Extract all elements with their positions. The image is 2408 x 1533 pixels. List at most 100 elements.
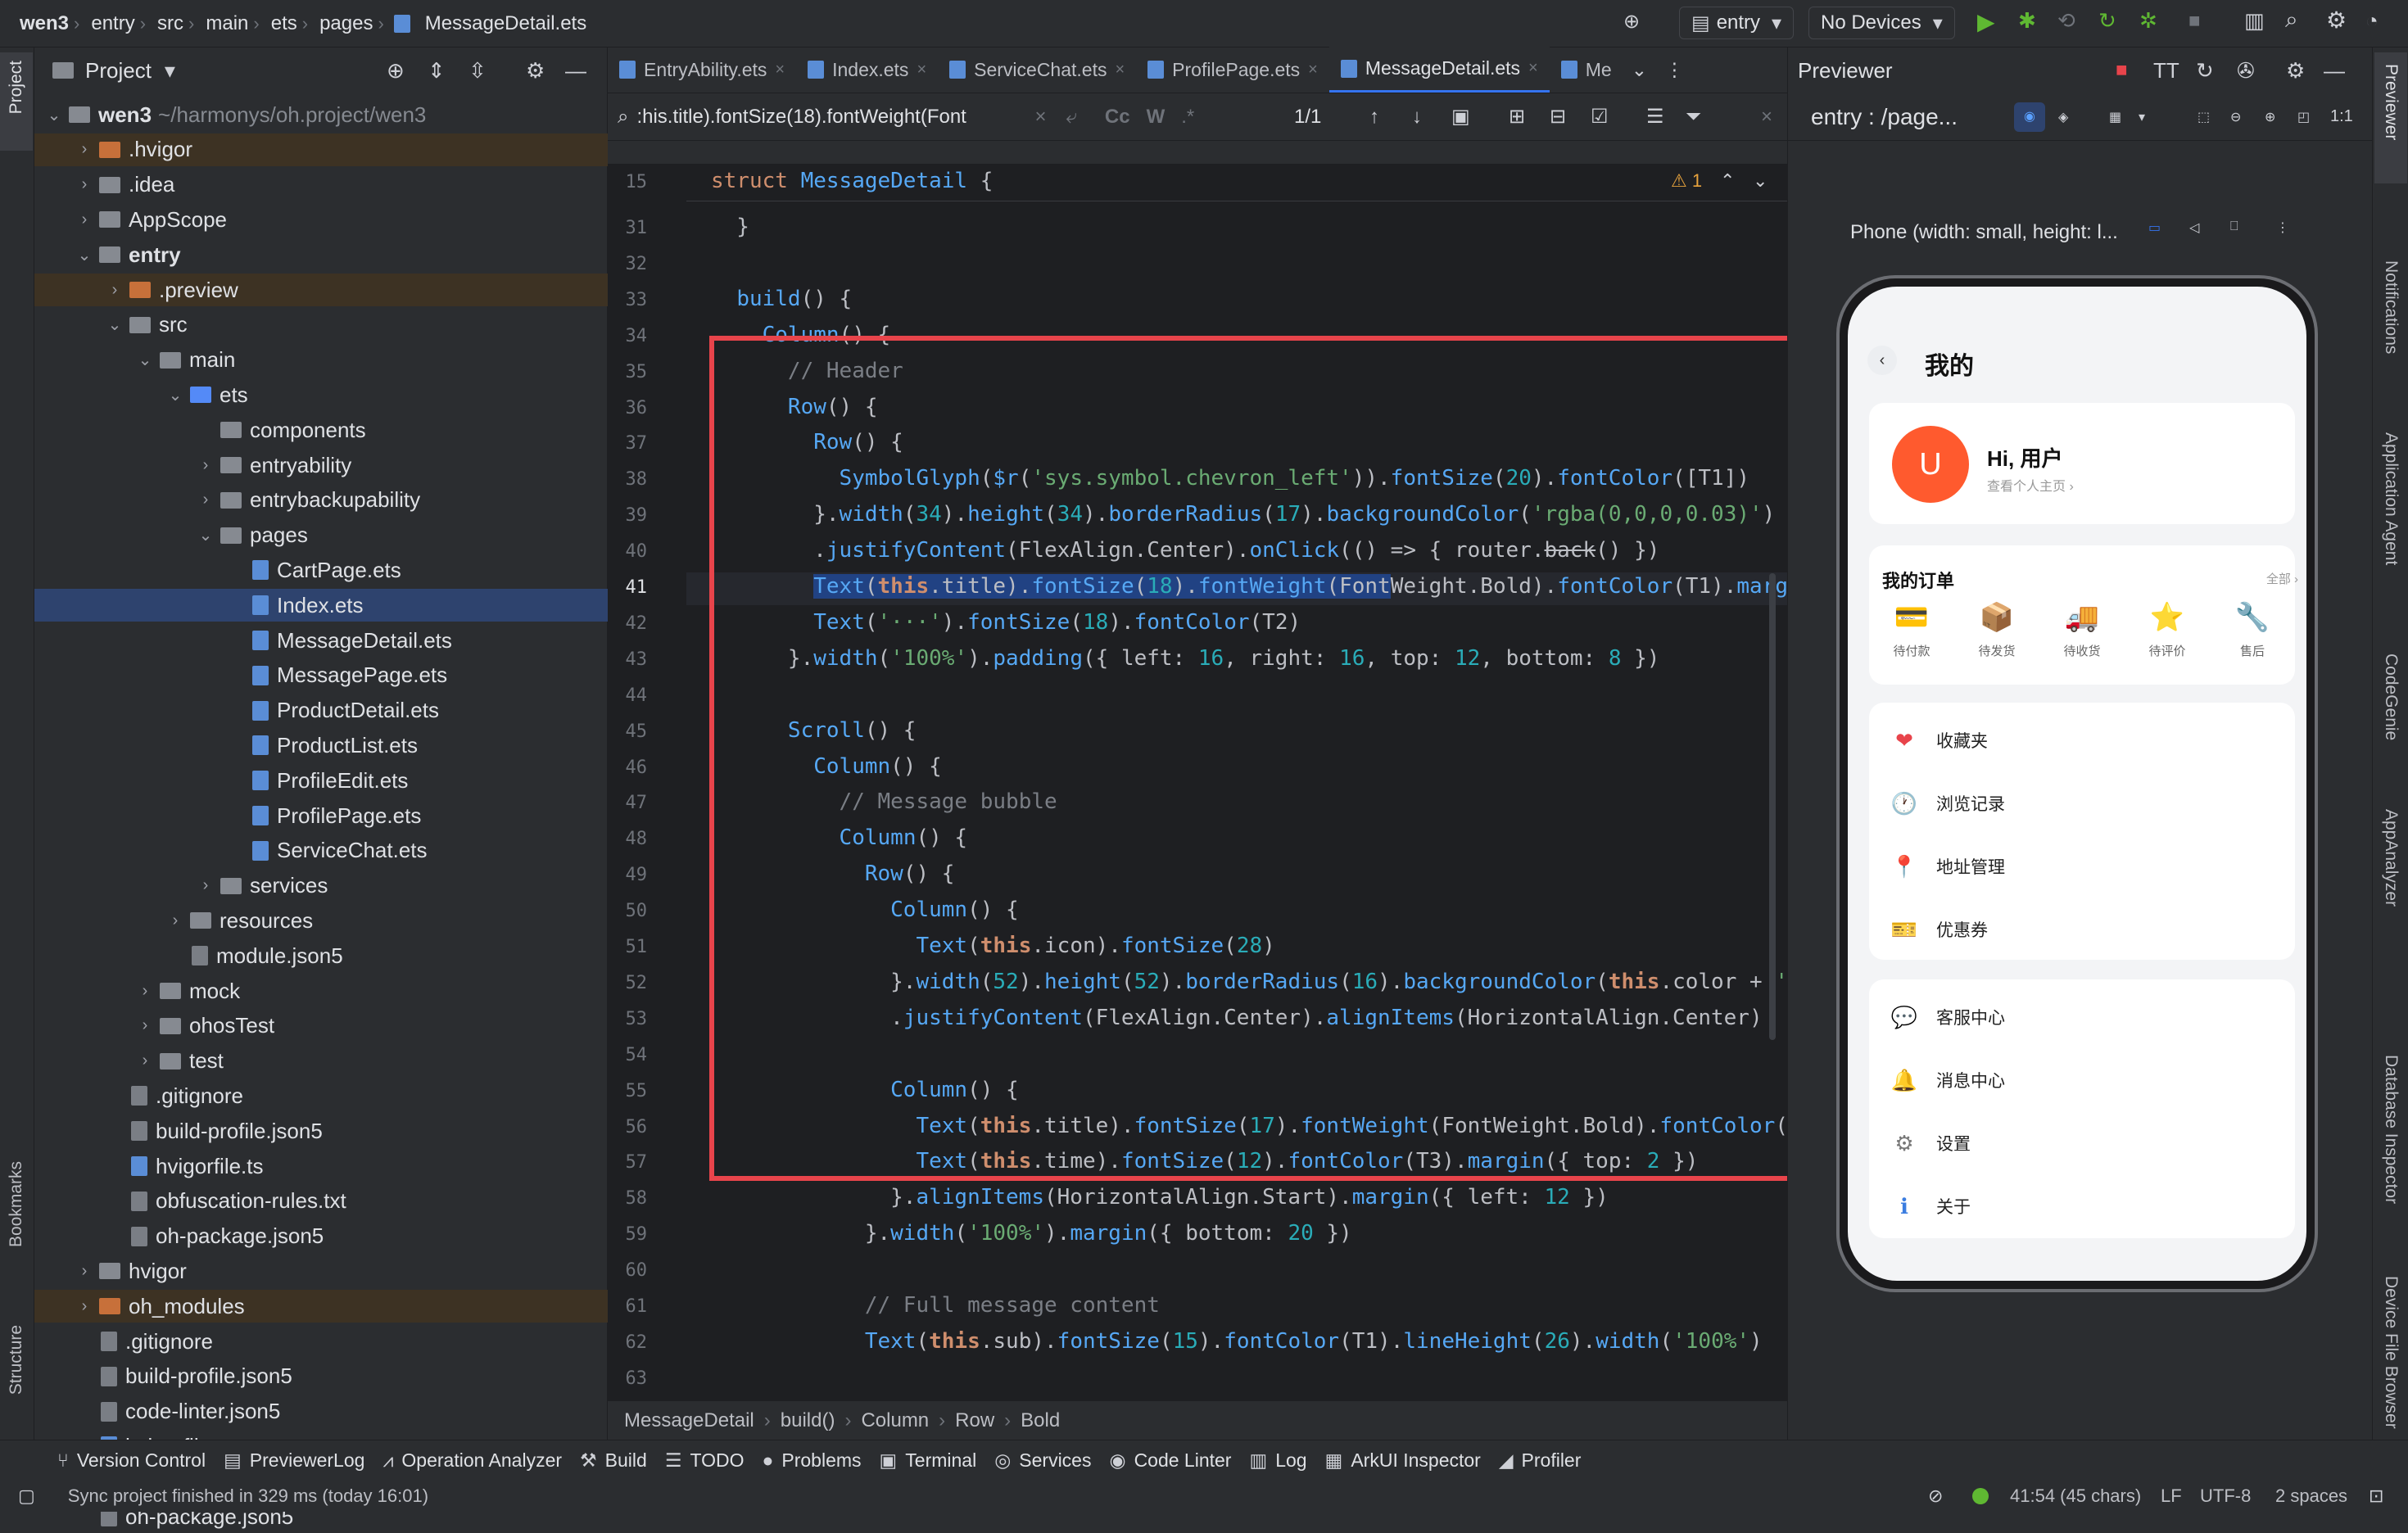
tool-window-button[interactable]: ⩘ Operation Analyzer [382,1449,562,1472]
profile-card[interactable]: U Hi, 用户 查看个人主页 › [1869,403,2295,524]
tree-item[interactable]: module.json5 [34,939,608,972]
right-tool-button[interactable]: Application Agent [2381,432,2401,565]
close-icon[interactable]: × [917,61,926,79]
tool-window-button[interactable]: ▦ ArkUI Inspector [1325,1449,1481,1472]
tree-item[interactable]: ProfileEdit.ets [34,764,608,797]
tool-window-button[interactable]: ⑂ Version Control [57,1449,206,1472]
tree-item[interactable]: .gitignore [34,1079,608,1112]
chevron-right-icon[interactable]: › [75,210,94,229]
lock-icon[interactable]: ⊡ [2369,1486,2383,1507]
profile-link[interactable]: 查看个人主页 › [1987,475,2074,495]
one-to-one-icon[interactable]: 1:1 [2330,107,2353,126]
attach-icon[interactable]: ⟲ [2057,8,2075,34]
back-icon[interactable]: ◁ [2189,219,2199,236]
zoom-out-icon[interactable]: ⊖ [2230,109,2241,125]
tool-window-button[interactable]: ● Problems [762,1449,861,1472]
target-icon[interactable]: ⊕ [1623,10,1640,34]
layers-icon[interactable]: ◈ [2058,109,2068,125]
tree-item[interactable]: ⌄ wen3 ~/harmonys/oh.project/wen3 [34,98,608,131]
file-encoding[interactable]: UTF-8 [2200,1486,2251,1507]
close-icon[interactable]: × [1528,59,1538,78]
previous-highlight-icon[interactable]: ⌃ [1720,170,1735,192]
tree-item[interactable]: Index.ets [34,589,608,622]
tree-item[interactable]: › entrybackupability [34,484,608,517]
tree-item[interactable]: oh-package.json5 [34,1220,608,1253]
tree-item[interactable]: ServiceChat.ets [34,834,608,867]
chevron-right-icon[interactable]: › [196,456,215,475]
tree-item[interactable]: code-linter.json5 [34,1395,608,1428]
gear-icon[interactable]: ⚙ [526,58,545,84]
tree-item[interactable]: ⌄ main [34,344,608,377]
project-panel-title[interactable]: Project [85,58,152,84]
chevron-down-icon[interactable]: ▾ [165,58,175,84]
editor-tab[interactable]: Me [1550,47,1623,93]
tree-item[interactable]: › mock [34,975,608,1007]
code-breadcrumb-item[interactable]: MessageDetail [624,1409,754,1432]
search-icon[interactable]: ⌕ [2285,7,2298,34]
tree-item[interactable]: › .idea [34,169,608,201]
tree-item[interactable]: obfuscation-rules.txt [34,1185,608,1218]
right-tool-button[interactable]: Previewer [2381,64,2401,140]
chevron-right-icon[interactable]: › [75,175,94,194]
no-power-icon[interactable]: ⊘ [1928,1486,1943,1507]
panel-toggle-icon[interactable]: ▢ [18,1486,35,1507]
tree-item[interactable]: components [34,414,608,446]
code-breadcrumb-item[interactable]: build() [781,1409,835,1432]
select-all-icon[interactable]: ▣ [1451,105,1470,129]
tree-item[interactable]: › resources [34,904,608,937]
caret-position[interactable]: 41:54 (45 chars) [2010,1486,2141,1507]
bookmarks-tool-button[interactable]: Bookmarks [7,1161,26,1247]
menu-item[interactable]: 🔔 消息中心 [1869,1049,2295,1111]
tree-item[interactable]: build-profile.json5 [34,1360,608,1393]
add-selection-icon[interactable]: ⊞ [1509,105,1525,129]
right-tool-button[interactable]: Device File Browser [2381,1276,2401,1429]
more-icon[interactable]: ⋮ [2276,219,2289,236]
chevron-right-icon[interactable]: › [105,281,124,300]
phone-screen[interactable]: ‹ 我的 U Hi, 用户 查看个人主页 › 我的订单 全部 › 💳 待付款 📦 待发… [1848,287,2306,1281]
code-breadcrumb-item[interactable]: Bold [1021,1409,1060,1432]
line-separator[interactable]: LF [2161,1486,2182,1507]
right-tool-button[interactable]: Notifications [2381,260,2401,354]
tree-item[interactable]: › oh_modules [34,1290,608,1323]
expand-all-icon[interactable]: ⇕ [428,58,446,84]
order-status-item[interactable]: 📦 待发货 [1954,601,2039,675]
menu-item[interactable]: 📍 地址管理 [1869,835,2295,898]
chevron-right-icon[interactable]: › [75,1262,94,1281]
chevron-right-icon[interactable]: › [135,1016,155,1035]
close-icon[interactable]: × [1308,61,1318,79]
clear-icon[interactable]: × [1034,106,1046,129]
menu-item[interactable]: 🕐 浏览记录 [1869,772,2295,834]
pin-icon[interactable]: ✇ [2237,58,2255,84]
tree-item[interactable]: MessagePage.ets [34,659,608,692]
minimize-icon[interactable]: — [565,58,586,84]
tree-item[interactable]: ProductDetail.ets [34,694,608,727]
chevron-right-icon[interactable]: › [75,140,94,159]
right-tool-button[interactable]: AppAnalyzer [2381,809,2401,907]
inspector-toggle-icon[interactable]: ◉ [2014,102,2045,132]
chevron-down-icon[interactable]: ▾ [2139,109,2145,125]
close-icon[interactable]: × [775,61,785,79]
chevron-right-icon[interactable]: › [196,876,215,895]
profiler-run-icon[interactable]: ✲ [2139,8,2157,34]
chevron-down-icon[interactable]: ⌄ [196,525,215,545]
tool-window-button[interactable]: ◉ Code Linter [1109,1449,1231,1472]
tree-item[interactable]: › ohosTest [34,1010,608,1042]
close-icon[interactable]: × [1761,106,1772,129]
tool-window-button[interactable]: ▤ PreviewerLog [224,1449,364,1472]
chevron-right-icon[interactable]: › [165,911,185,930]
tree-item[interactable]: .gitignore [34,1325,608,1358]
tool-window-button[interactable]: ▣ Terminal [880,1449,977,1472]
right-tool-button[interactable]: Database Inspector [2381,1055,2401,1204]
tree-item[interactable]: › services [34,870,608,902]
editor-tab[interactable]: ProfilePage.ets × [1136,47,1329,93]
indent-setting[interactable]: 2 spaces [2275,1486,2347,1507]
tree-item[interactable]: MessageDetail.ets [34,624,608,657]
chevron-down-icon[interactable]: ⌄ [75,245,94,265]
more-icon[interactable]: ⋮ [1665,59,1684,81]
tree-item[interactable]: › AppScope [34,203,608,236]
run-config-select[interactable]: ▤ entry ▾ [1679,7,1795,39]
breadcrumb-item[interactable]: main [206,12,248,35]
zoom-in-icon[interactable]: ⊕ [2265,109,2275,125]
device-select[interactable]: No Devices ▾ [1808,7,1955,39]
remove-selection-icon[interactable]: ⊟ [1550,105,1566,129]
